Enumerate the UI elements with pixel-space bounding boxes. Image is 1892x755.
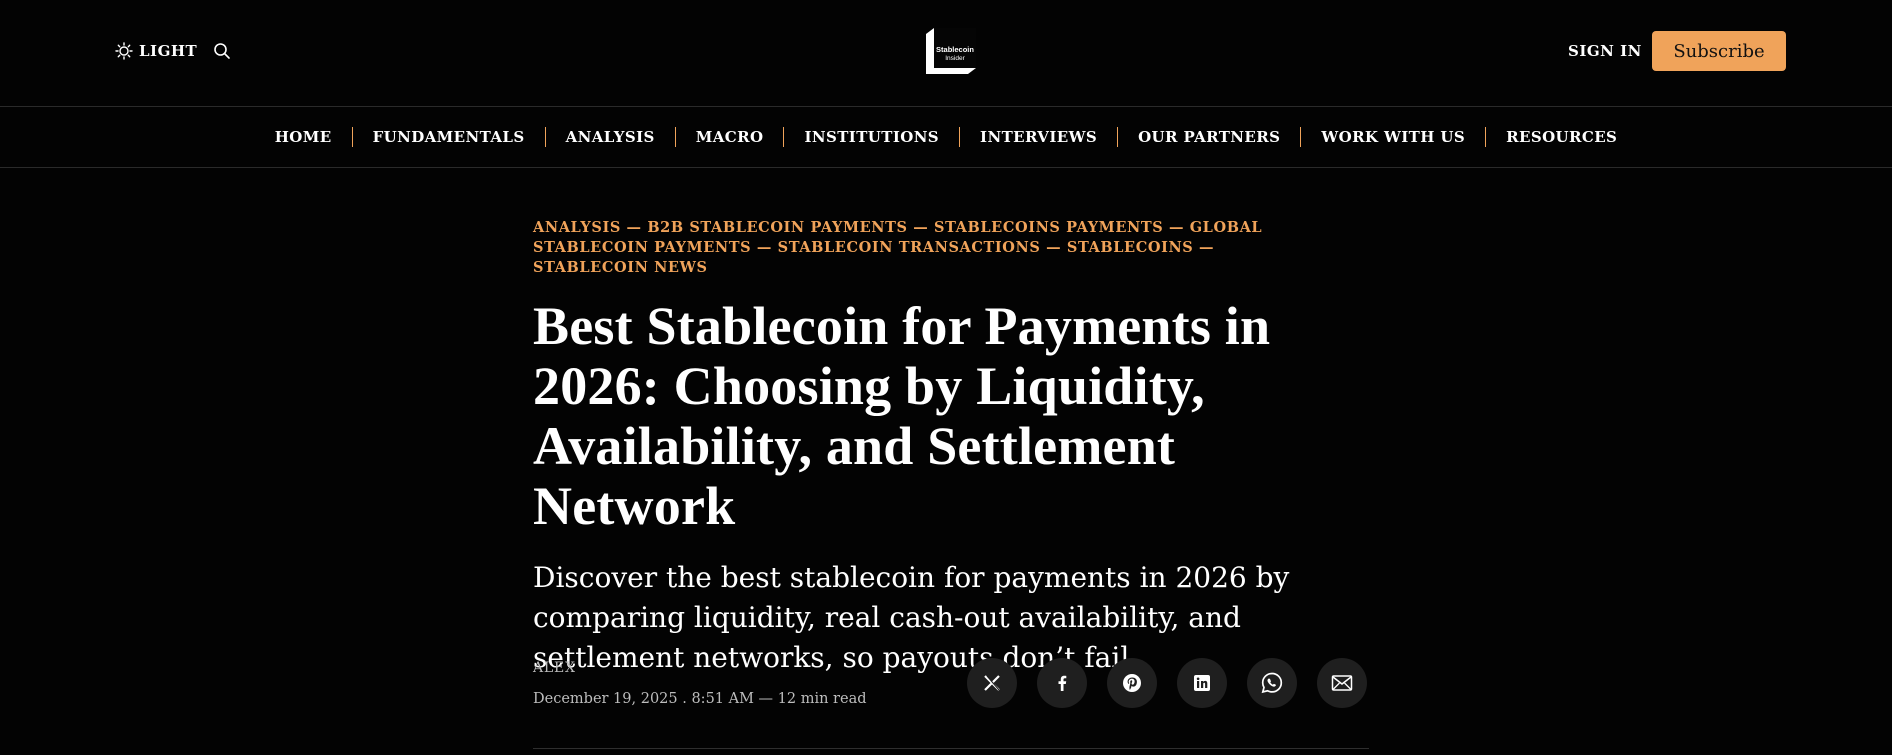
share-x-button[interactable]: [967, 658, 1017, 708]
svg-text:Insider: Insider: [945, 55, 965, 62]
category-separator: —: [1163, 219, 1190, 236]
author-name[interactable]: ALEX: [533, 660, 867, 676]
search-icon: [214, 43, 230, 59]
nav-item: MACRO: [676, 128, 784, 146]
share-pinterest-button[interactable]: [1107, 658, 1157, 708]
nav-item: HOME: [255, 128, 352, 146]
share-linkedin-button[interactable]: [1177, 658, 1227, 708]
nav-item: INTERVIEWS: [960, 128, 1117, 146]
sun-icon: [115, 42, 133, 60]
nav-link-macro[interactable]: MACRO: [676, 128, 784, 146]
nav-item: WORK WITH US: [1301, 128, 1485, 146]
category-link[interactable]: B2B STABLECOIN PAYMENTS: [647, 219, 907, 236]
category-link[interactable]: STABLECOIN TRANSACTIONS: [778, 239, 1041, 256]
category-link[interactable]: STABLECOINS: [1067, 239, 1194, 256]
pinterest-icon: [1123, 674, 1141, 692]
sign-in-link[interactable]: SIGN IN: [1568, 42, 1642, 60]
svg-text:Stablecoin: Stablecoin: [936, 45, 974, 54]
x-icon: [984, 675, 1000, 691]
linkedin-icon: [1194, 675, 1210, 691]
facebook-icon: [1058, 675, 1067, 691]
search-button[interactable]: [212, 41, 232, 61]
nav-link-institutions[interactable]: INSTITUTIONS: [784, 128, 959, 146]
category-separator: —: [1193, 239, 1215, 256]
share-bar: [967, 658, 1367, 708]
nav-item: INSTITUTIONS: [784, 128, 959, 146]
category-separator: —: [907, 219, 934, 236]
nav-list: HOME FUNDAMENTALS ANALYSIS MACRO INSTITUTION…: [0, 107, 1892, 167]
category-separator: —: [620, 219, 648, 236]
category-separator: —: [1040, 239, 1067, 256]
share-whatsapp-button[interactable]: [1247, 658, 1297, 708]
main-nav: HOME FUNDAMENTALS ANALYSIS MACRO INSTITUTION…: [0, 107, 1892, 168]
nav-item: RESOURCES: [1486, 128, 1637, 146]
nav-link-fundamentals[interactable]: FUNDAMENTALS: [353, 128, 545, 146]
share-email-button[interactable]: [1317, 658, 1367, 708]
nav-item: ANALYSIS: [546, 128, 675, 146]
top-bar: LIGHT Stablecoin Insider SIGN IN Subscri…: [0, 0, 1892, 107]
theme-toggle-label: LIGHT: [139, 42, 198, 60]
nav-link-our-partners[interactable]: OUR PARTNERS: [1118, 128, 1300, 146]
whatsapp-icon: [1261, 672, 1283, 694]
category-link[interactable]: STABLECOIN NEWS: [533, 259, 708, 276]
share-facebook-button[interactable]: [1037, 658, 1087, 708]
category-link[interactable]: STABLECOINS PAYMENTS: [934, 219, 1163, 236]
nav-item: OUR PARTNERS: [1118, 128, 1300, 146]
nav-link-home[interactable]: HOME: [255, 128, 352, 146]
site-logo[interactable]: Stablecoin Insider: [924, 26, 978, 76]
theme-toggle[interactable]: LIGHT: [115, 42, 197, 60]
article-header: ANALYSIS — B2B STABLECOIN PAYMENTS — STA…: [533, 218, 1369, 678]
category-link[interactable]: ANALYSIS: [533, 219, 621, 236]
nav-link-work-with-us[interactable]: WORK WITH US: [1301, 128, 1485, 146]
divider: [533, 748, 1369, 749]
byline: ALEX December 19, 2025 . 8:51 AM — 12 mi…: [533, 660, 867, 707]
subscribe-button[interactable]: Subscribe: [1652, 31, 1786, 71]
nav-link-interviews[interactable]: INTERVIEWS: [960, 128, 1117, 146]
category-separator: —: [751, 239, 778, 256]
nav-link-resources[interactable]: RESOURCES: [1486, 128, 1637, 146]
email-icon: [1331, 675, 1353, 691]
publish-meta: December 19, 2025 . 8:51 AM — 12 min rea…: [533, 691, 867, 707]
category-list: ANALYSIS — B2B STABLECOIN PAYMENTS — STA…: [533, 218, 1313, 278]
nav-link-analysis[interactable]: ANALYSIS: [546, 128, 675, 146]
article-title: Best Stablecoin for Payments in 2026: Ch…: [533, 296, 1271, 536]
nav-item: FUNDAMENTALS: [353, 128, 545, 146]
